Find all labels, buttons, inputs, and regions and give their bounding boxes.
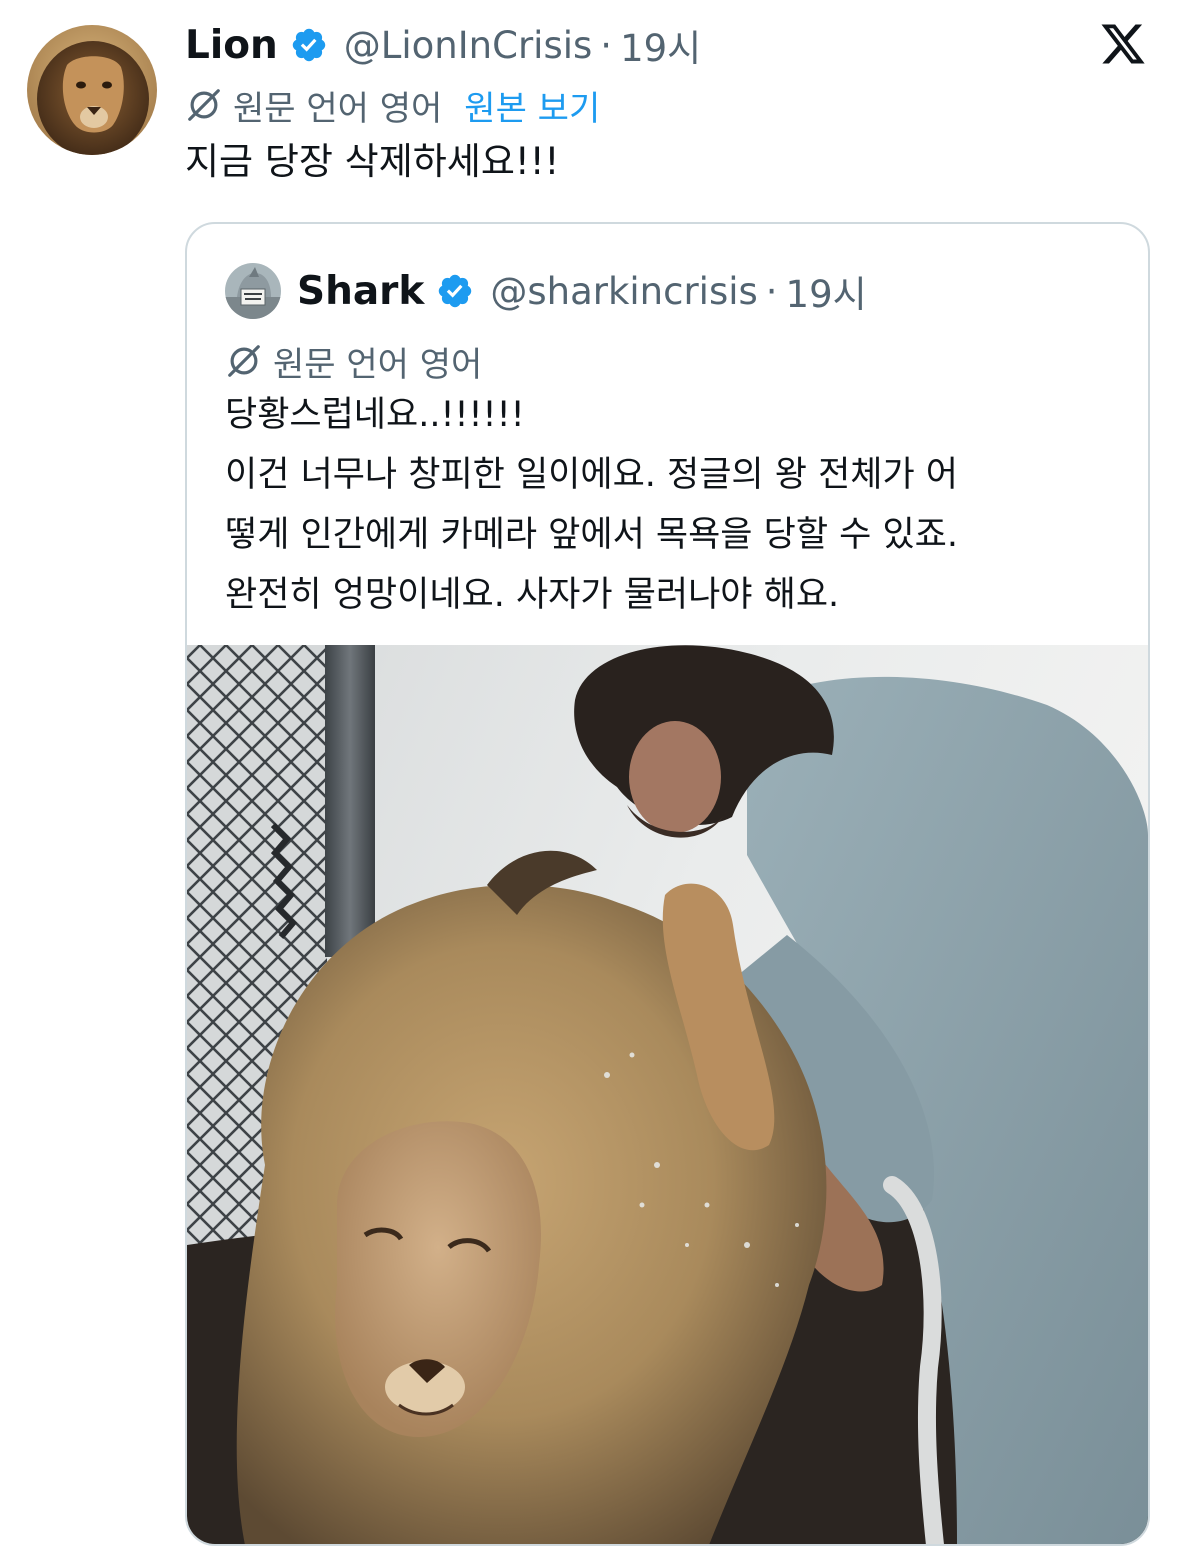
- quoted-author-name[interactable]: Shark: [297, 269, 424, 314]
- translate-icon: [228, 345, 260, 377]
- quoted-translation-row: 원문 언어 영어: [225, 338, 483, 385]
- meta-separator: ·: [600, 23, 613, 67]
- author-name[interactable]: Lion: [185, 23, 278, 68]
- quoted-text-line: 떻게 인간에게 카메라 앞에서 목욕을 당할 수 있죠.: [225, 515, 959, 555]
- quoted-tweet-meta: @sharkincrisis · 19시: [490, 264, 866, 318]
- fence-pole: [325, 645, 375, 957]
- quoted-author-avatar[interactable]: [225, 263, 281, 319]
- quoted-text-line: 당황스럽네요..!!!!!!: [225, 395, 525, 435]
- quoted-author-handle[interactable]: @sharkincrisis: [490, 270, 757, 313]
- author-avatar[interactable]: [27, 25, 157, 155]
- verified-badge-icon[interactable]: [436, 272, 474, 310]
- shark-avatar-image: [225, 263, 281, 319]
- quoted-tweet[interactable]: Shark @sharkincrisis · 19시 원문 언어 영어 당황스럽…: [185, 222, 1150, 1546]
- quoted-text-line: 이건 너무나 창피한 일이에요. 정글의 왕 전체가 어: [225, 455, 959, 495]
- quoted-tweet-text: 당황스럽네요..!!!!!! 이건 너무나 창피한 일이에요. 정글의 왕 전체…: [225, 385, 958, 625]
- translation-row: 원문 언어 영어 원본 보기: [185, 80, 600, 130]
- tweet-header: Lion @LionInCrisis · 19시: [185, 18, 701, 72]
- quoted-translation-label: 원문 언어 영어: [273, 344, 483, 385]
- x-logo-icon[interactable]: [1097, 20, 1149, 68]
- verified-badge-icon[interactable]: [290, 26, 328, 64]
- lion-bath-photo: [187, 645, 1148, 1544]
- quoted-tweet-time[interactable]: 19시: [786, 264, 867, 318]
- translate-icon: [188, 89, 220, 121]
- quoted-tweet-media[interactable]: [187, 645, 1148, 1544]
- tweet-meta: @LionInCrisis · 19시: [344, 18, 701, 72]
- author-handle[interactable]: @LionInCrisis: [344, 24, 593, 67]
- meta-separator: ·: [765, 269, 778, 313]
- lion-avatar-image: [27, 25, 157, 155]
- tweet-text: 지금 당장 삭제하세요!!!: [185, 140, 560, 183]
- quoted-text-line: 완전히 엉망이네요. 사자가 물러나야 해요.: [225, 575, 840, 615]
- show-original-link[interactable]: 원본 보기: [464, 81, 600, 130]
- tweet-time[interactable]: 19시: [620, 18, 701, 72]
- translation-label: 원문 언어 영어: [233, 88, 443, 129]
- quoted-tweet-header: Shark @sharkincrisis · 19시: [297, 261, 867, 321]
